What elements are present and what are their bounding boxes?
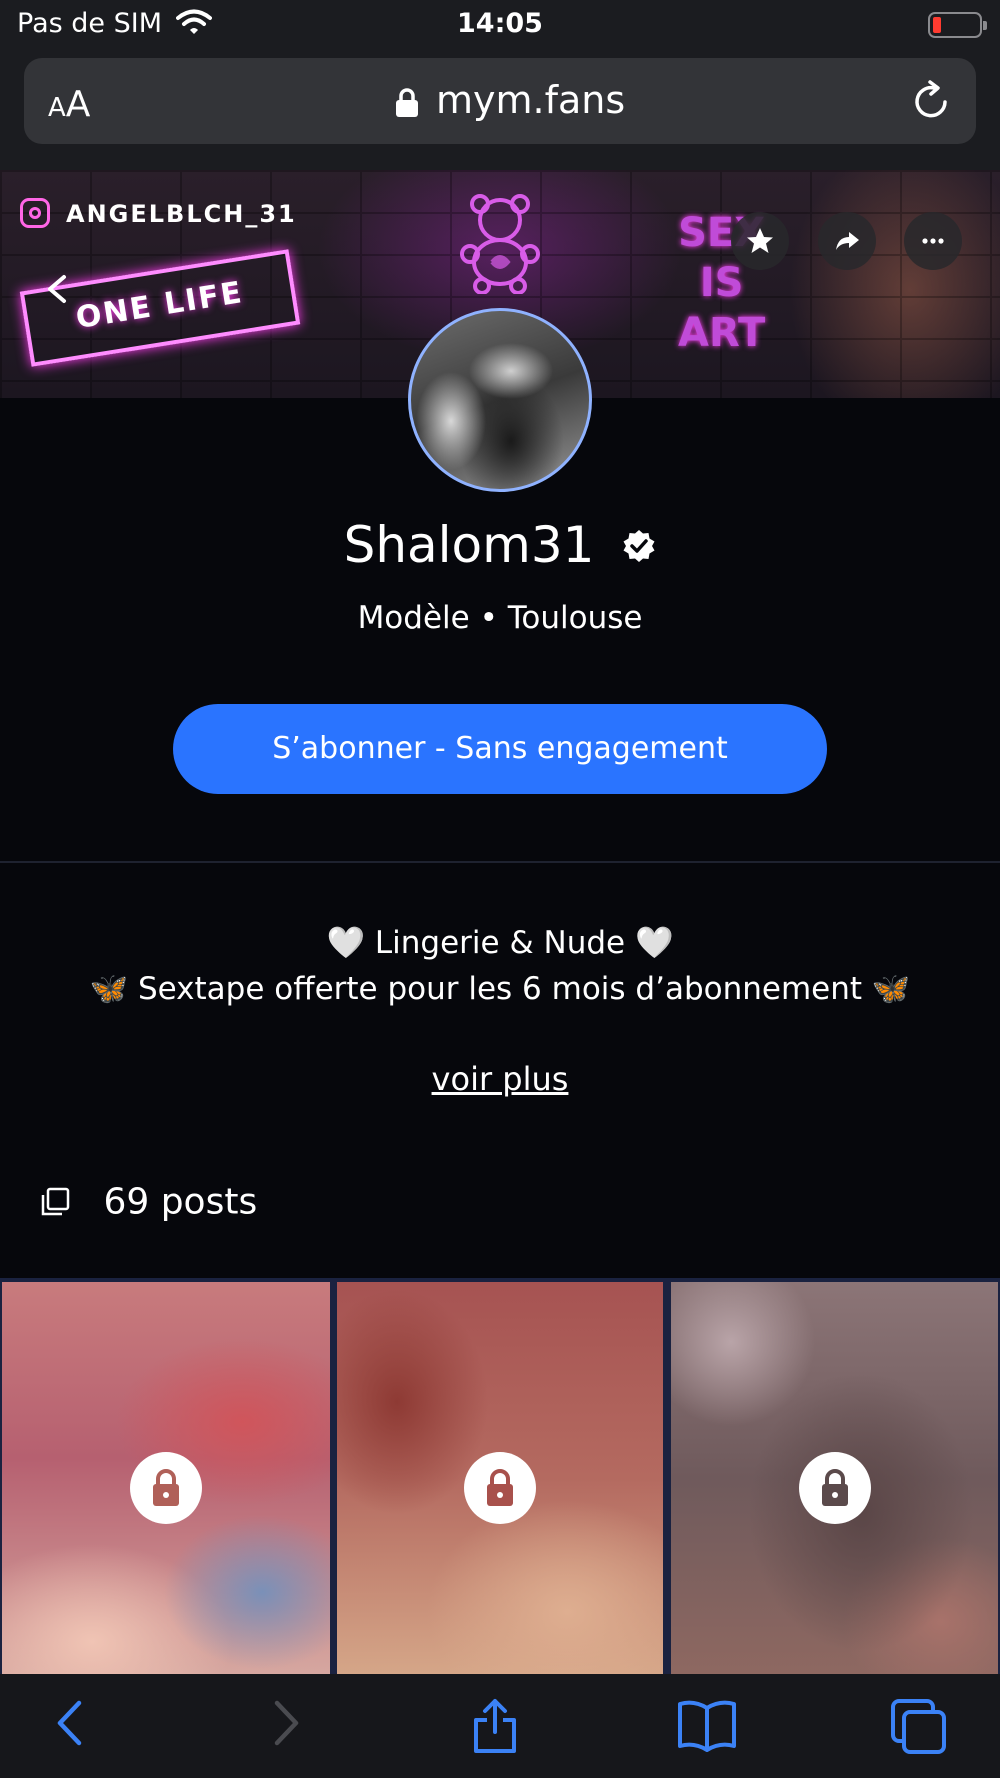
- battery-icon: [928, 12, 987, 38]
- text-size-large-label: A: [65, 84, 91, 125]
- lock-icon: [153, 1469, 179, 1506]
- profile-name-row: Shalom31: [0, 516, 1000, 574]
- forward-icon[interactable]: [270, 1698, 304, 1748]
- bookmarks-icon[interactable]: [676, 1698, 738, 1752]
- locked-post[interactable]: [671, 1282, 998, 1674]
- subscribe-button[interactable]: S’abonner - Sans engagement: [173, 704, 827, 794]
- see-more-link[interactable]: voir plus: [0, 1060, 1000, 1098]
- posts-grid: [0, 1278, 1000, 1674]
- clock: 14:05: [457, 8, 543, 39]
- more-options-button[interactable]: [904, 212, 962, 270]
- profile-subtitle: Modèle • Toulouse: [357, 600, 643, 636]
- lock-badge: [130, 1452, 202, 1524]
- instagram-icon: [20, 198, 50, 228]
- browser-toolbar: [0, 1674, 1000, 1778]
- address-bar[interactable]: AA mym.fans: [24, 58, 976, 144]
- lock-icon: [396, 88, 418, 117]
- neon-line-3: ART: [678, 310, 766, 356]
- instagram-handle: ANGELBLCH_31: [66, 200, 297, 228]
- locked-post[interactable]: [337, 1282, 663, 1674]
- profile-name: Shalom31: [343, 516, 595, 574]
- verified-icon: [623, 529, 655, 562]
- tabs-icon[interactable]: [890, 1698, 948, 1754]
- lock-icon: [821, 1469, 848, 1506]
- bio-line-1: 🤍 Lingerie & Nude 🤍: [326, 925, 674, 961]
- back-icon[interactable]: [44, 274, 70, 304]
- lock-badge: [798, 1452, 871, 1524]
- lock-icon: [487, 1469, 513, 1506]
- bio-line-2: 🦋 Sextape offerte pour les 6 mois d’abon…: [89, 971, 911, 1007]
- locked-post[interactable]: [2, 1282, 330, 1674]
- posts-icon: [41, 1187, 70, 1216]
- url-host[interactable]: mym.fans: [436, 78, 625, 122]
- posts-count-row: 69 posts: [40, 1180, 257, 1223]
- text-size-small-label: A: [48, 93, 66, 123]
- avatar[interactable]: [408, 308, 592, 492]
- posts-count: 69 posts: [103, 1181, 258, 1223]
- share-profile-button[interactable]: [818, 212, 876, 270]
- share-icon: [836, 232, 859, 250]
- favorite-button[interactable]: [731, 212, 789, 270]
- browser-header: AA mym.fans: [0, 52, 1000, 170]
- share-icon[interactable]: [470, 1698, 520, 1754]
- star-icon: [747, 228, 773, 253]
- text-size-button[interactable]: AA: [48, 84, 90, 125]
- status-bar: Pas de SIM 14:05: [0, 0, 1000, 52]
- back-icon[interactable]: [52, 1698, 86, 1748]
- divider: [0, 861, 1000, 863]
- lock-badge: [464, 1452, 536, 1524]
- more-icon: [922, 238, 944, 244]
- teddy-bear-neon-icon: [460, 194, 540, 294]
- reload-icon[interactable]: [912, 80, 952, 122]
